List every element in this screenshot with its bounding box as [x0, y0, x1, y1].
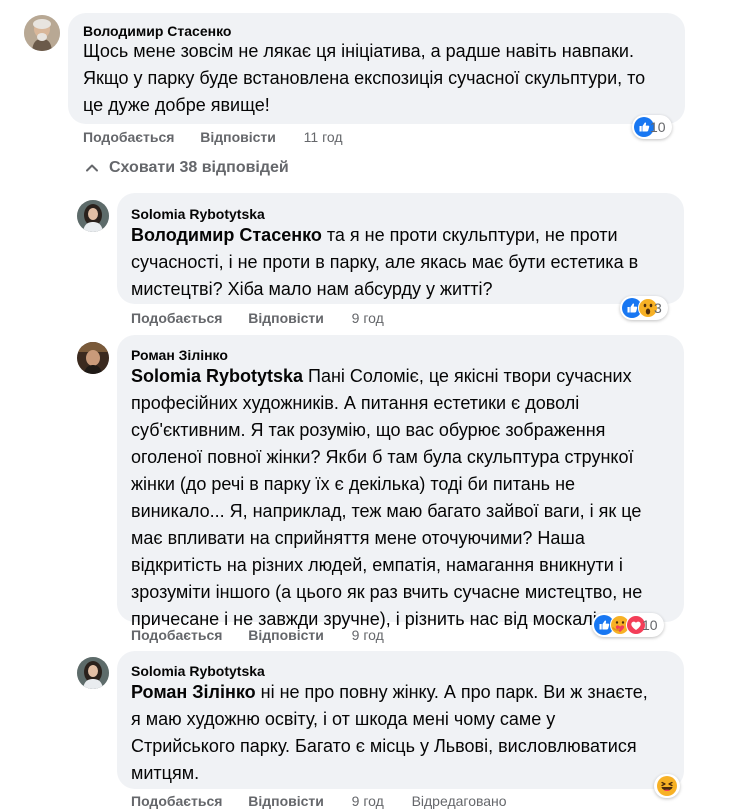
reaction-summary[interactable]: 3 — [620, 296, 668, 320]
reaction-summary[interactable] — [654, 774, 680, 798]
reaction-count: 3 — [654, 300, 662, 316]
comment-text: Володимир Стасенко та я не проти скульпт… — [131, 222, 638, 303]
comment-timestamp[interactable]: 9 год — [352, 627, 384, 643]
like-button[interactable]: Подобається — [83, 129, 174, 145]
comment-line: це дуже добре явище! — [83, 95, 270, 115]
comment-line: має впливати на сприйняття мене оточуючи… — [131, 528, 585, 548]
comment-text: Роман Зілінко ні не про повну жінку. А п… — [131, 679, 648, 787]
comment-author[interactable]: Володимир Стасенко — [83, 23, 231, 39]
comment-line: професійних художників. А питання естети… — [131, 393, 580, 413]
avatar-solomia[interactable] — [77, 657, 109, 689]
mention-link[interactable]: Роман Зілінко — [131, 682, 256, 702]
mention-link[interactable]: Solomia Rybotytska — [131, 366, 303, 386]
reply-button[interactable]: Відповісти — [248, 627, 324, 643]
like-button[interactable]: Подобається — [131, 310, 222, 326]
comment-line: я маю художню освіту, і от шкода мені чо… — [131, 709, 556, 729]
reply-button[interactable]: Відповісти — [200, 129, 276, 145]
comment-timestamp[interactable]: 9 год — [352, 310, 384, 326]
comment-line: митцям. — [131, 763, 200, 783]
comment-text: Щось мене зовсім не лякає ця ініціатива,… — [83, 38, 645, 119]
comment-author[interactable]: Роман Зілінко — [131, 347, 228, 363]
haha-reaction-icon — [657, 776, 677, 796]
comment-actions: Подобається Відповісти 9 год — [131, 310, 384, 326]
comment-actions: Подобається Відповісти 9 год — [131, 627, 384, 643]
avatar-roman[interactable] — [77, 342, 109, 374]
like-button[interactable]: Подобається — [131, 627, 222, 643]
comment-timestamp[interactable]: 11 год — [304, 129, 343, 145]
comment-line: Щось мене зовсім не лякає ця ініціатива,… — [83, 41, 634, 61]
mention-link[interactable]: Володимир Стасенко — [131, 225, 322, 245]
comment-actions: Подобається Відповісти 11 год — [83, 129, 343, 145]
comment-author[interactable]: Solomia Rybotytska — [131, 663, 265, 679]
comment-line: відкритість на різних людей, емпатія, на… — [131, 555, 623, 575]
comment-line: Якщо у парку буде встановлена експозиція… — [83, 68, 646, 88]
comment-line: суб'єктивним. Я так розумію, що вас обур… — [131, 420, 606, 440]
hide-replies-label: Сховати 38 відповідей — [109, 159, 289, 176]
comment-line: зрозуміти іншого (а цього як раз вчить с… — [131, 582, 643, 602]
reaction-count: 10 — [650, 119, 666, 135]
comment-line: Стрийського парку. Багато є місць у Льво… — [131, 736, 637, 756]
reaction-summary[interactable]: 10 — [592, 613, 664, 637]
reaction-count: 10 — [642, 617, 658, 633]
reply-button[interactable]: Відповісти — [248, 793, 324, 809]
comment-timestamp[interactable]: 9 год — [352, 793, 384, 809]
comment-author[interactable]: Solomia Rybotytska — [131, 206, 265, 222]
comment-line: Solomia Rybotytska Пані Соломіє, це якіс… — [131, 366, 632, 386]
comment-line: Володимир Стасенко та я не проти скульпт… — [131, 225, 618, 245]
comment-line: оголеної повної жінки? Якби б там була с… — [131, 447, 634, 467]
comment-text: Solomia Rybotytska Пані Соломіє, це якіс… — [131, 363, 642, 633]
edited-label[interactable]: Відредаговано — [412, 793, 507, 809]
comment-line: мистецтві? Хіба мало нам абсурду у житті… — [131, 279, 493, 299]
like-button[interactable]: Подобається — [131, 793, 222, 809]
reaction-summary[interactable]: 10 — [632, 115, 672, 139]
chevron-up-icon — [86, 164, 98, 172]
comment-actions: Подобається Відповісти 9 год Відредагова… — [131, 793, 507, 809]
comment-line: виникало... Я, наприклад, теж маю багато… — [131, 501, 642, 521]
reply-button[interactable]: Відповісти — [248, 310, 324, 326]
comment-line: Роман Зілінко ні не про повну жінку. А п… — [131, 682, 648, 702]
avatar-volodymyr[interactable] — [24, 15, 60, 51]
hide-replies-button[interactable]: Сховати 38 відповідей — [85, 159, 289, 177]
comment-line: жінки (до речі в парку їх є декілька) то… — [131, 474, 576, 494]
comment-line: сучасності, і не проти в парку, але якас… — [131, 252, 639, 272]
avatar-solomia[interactable] — [77, 200, 109, 232]
